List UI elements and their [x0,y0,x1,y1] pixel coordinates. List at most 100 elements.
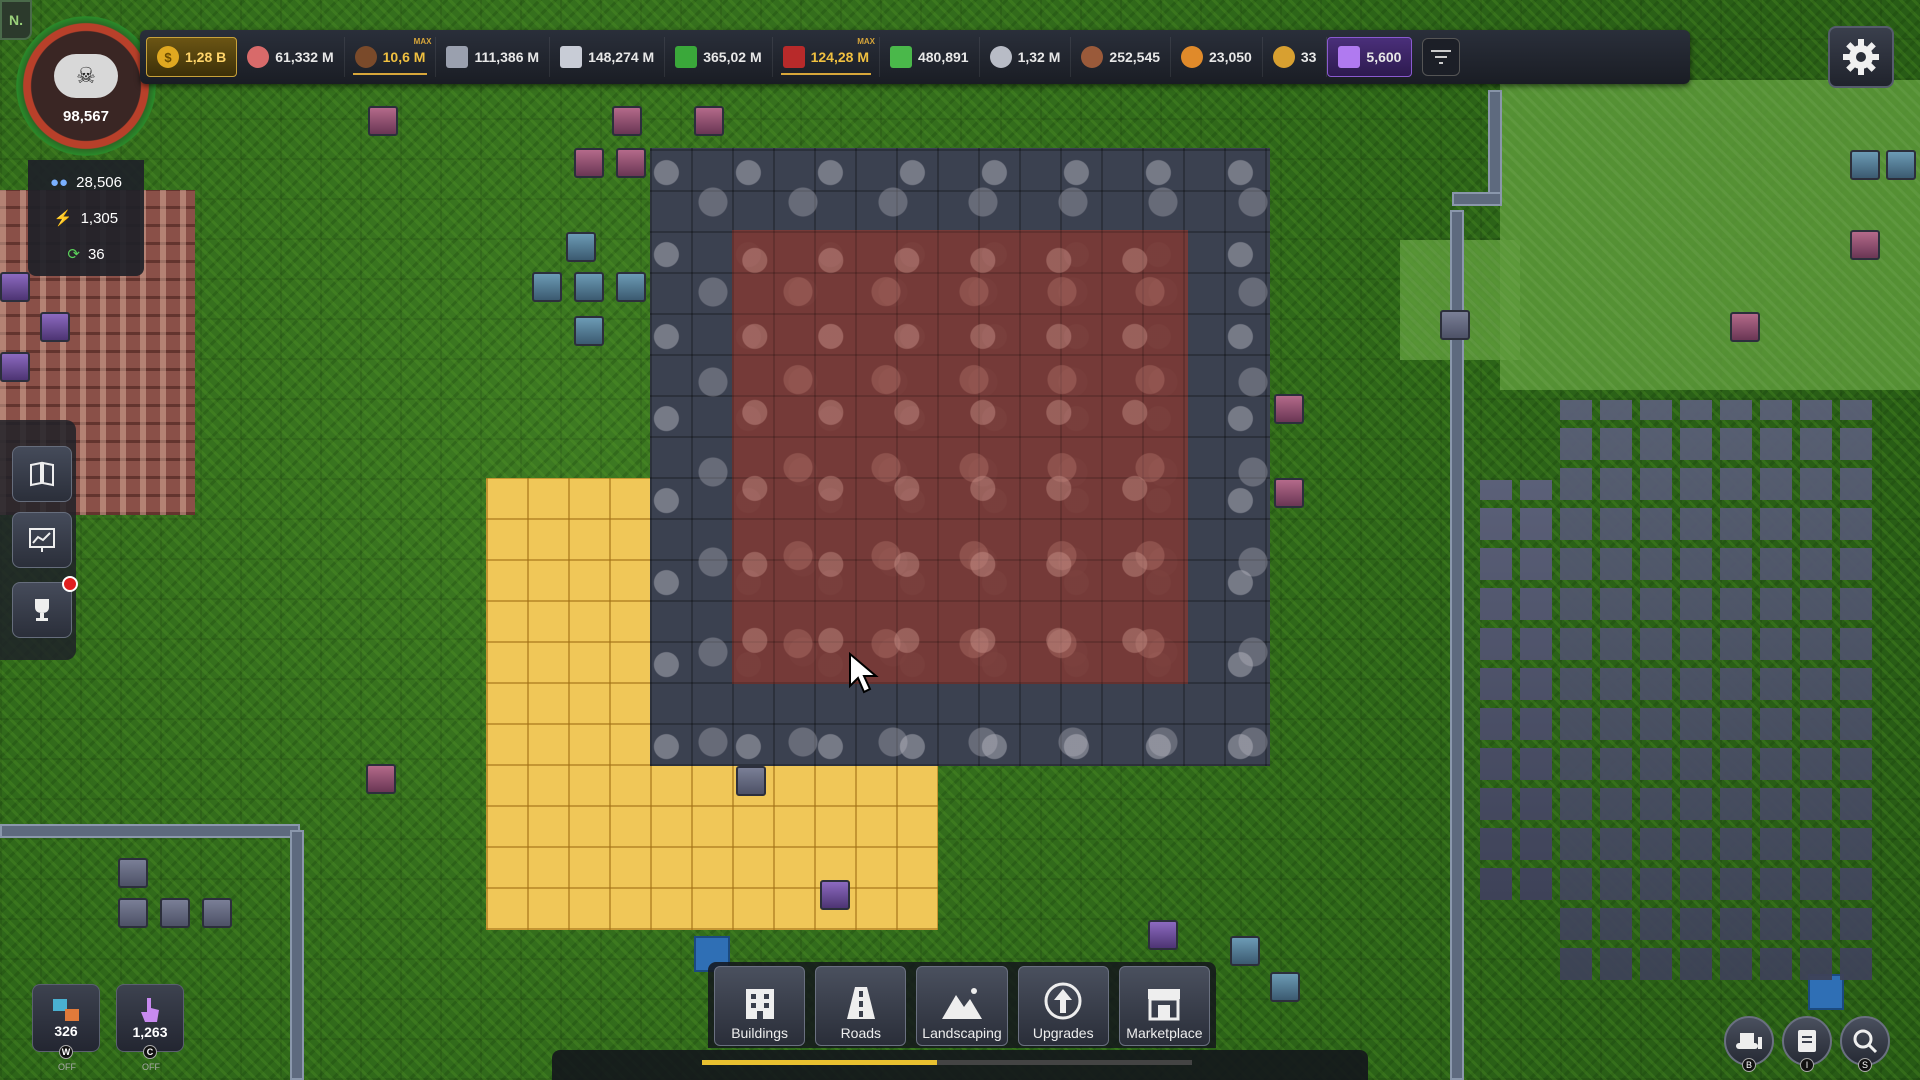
resource-coins[interactable]: $ 1,28 B [146,37,238,77]
road[interactable] [1488,90,1502,200]
road[interactable] [0,824,300,838]
quarry-selection-area[interactable] [732,230,1188,684]
resource-metal[interactable]: 111,386 M [436,37,551,77]
building[interactable] [118,858,148,888]
book-icon [30,461,54,487]
guide-book-button[interactable] [12,446,72,502]
building[interactable] [736,766,766,796]
search-button[interactable]: S [1840,1016,1890,1072]
planks-icon [560,46,583,68]
building[interactable] [40,312,70,342]
building[interactable] [1440,310,1470,340]
landscaping-button[interactable]: Landscaping [916,966,1008,1046]
clicker-button[interactable]: 1,263 C [116,984,184,1059]
building[interactable] [1730,312,1760,342]
building[interactable] [532,272,562,302]
resource-leaf[interactable]: 23,050 [1171,37,1263,77]
building[interactable] [1886,150,1916,180]
stats-panel: ●● 28,506 ⚡ 1,305 ⟳ 36 [28,160,144,276]
resource-value: 33 [1300,49,1317,65]
buildings-button[interactable]: Buildings [714,966,806,1046]
workers-button[interactable]: 326 W [32,984,100,1059]
resource-meat[interactable]: 61,332 M [237,37,345,77]
game-logo[interactable]: N. [0,0,32,40]
roads-button[interactable]: Roads [815,966,907,1046]
pollution-meter[interactable]: ☠ 98,567 [16,16,156,156]
building[interactable] [0,352,30,382]
building[interactable] [1270,972,1300,1002]
building[interactable] [1148,920,1178,950]
achievements-button[interactable] [12,582,72,638]
tool-label: Marketplace [1126,1025,1203,1041]
marketplace-button[interactable]: Marketplace [1118,966,1211,1046]
tool-label: Upgrades [1032,1025,1094,1041]
filter-icon [1431,50,1452,64]
building[interactable] [574,316,604,346]
cycle-value: 36 [87,245,105,263]
power-value: 1,305 [80,209,119,227]
building[interactable] [118,898,148,928]
game-map[interactable] [0,0,1920,1080]
workers-state: OFF [58,1062,76,1072]
clicker-state: OFF [142,1062,160,1072]
info-button[interactable]: I [1782,1016,1832,1072]
stat-cycle[interactable]: ⟳ 36 [28,236,144,272]
city-block [1480,480,1560,900]
upgrades-button[interactable]: Upgrades [1017,966,1109,1046]
resource-planks[interactable]: 148,274 M [550,37,666,77]
resource-value: 5,600 [1366,49,1402,65]
bulldozer-button[interactable]: B [1724,1016,1774,1072]
resource-wheat[interactable]: 252,545 [1071,37,1172,77]
building[interactable] [202,898,232,928]
token-icon [1272,46,1295,68]
farm-field[interactable] [486,766,938,930]
stats-chart-button[interactable] [12,512,72,568]
building[interactable] [616,148,646,178]
max-tag: MAX [857,37,875,46]
road[interactable] [1450,210,1464,1080]
stat-population[interactable]: ●● 28,506 [28,164,144,200]
resource-wood[interactable]: MAX 10,6 M [345,37,437,77]
shop-icon [1148,989,1181,1021]
building[interactable] [1274,394,1304,424]
resource-value: 10,6 M [382,49,426,65]
city-block [1560,400,1880,980]
settings-button[interactable] [1828,26,1894,88]
gear-icon [1843,39,1879,75]
road[interactable] [1452,192,1502,206]
resource-bricks[interactable]: MAX 124,28 M [773,37,880,77]
stat-power[interactable]: ⚡ 1,305 [28,200,144,236]
resource-gems[interactable]: 5,600 [1327,37,1413,77]
magnifier-icon [1853,1029,1878,1054]
pollution-value: 98,567 [63,107,109,125]
building[interactable] [160,898,190,928]
building[interactable] [574,148,604,178]
resource-crystal[interactable]: 480,891 [880,37,980,77]
building[interactable] [1850,230,1880,260]
building[interactable] [616,272,646,302]
resource-value: 252,545 [1109,49,1161,65]
road[interactable] [290,830,304,1080]
filter-button[interactable] [1422,38,1461,76]
hotkey-badge: S [1858,1058,1872,1072]
wood-icon [354,46,377,68]
building[interactable] [368,106,398,136]
hotkey-badge: C [143,1045,157,1059]
building[interactable] [1274,478,1304,508]
building[interactable] [694,106,724,136]
building[interactable] [820,880,850,910]
building[interactable] [366,764,396,794]
tool-label: Landscaping [922,1025,1002,1041]
building[interactable] [0,272,30,302]
building[interactable] [612,106,642,136]
resource-token[interactable]: 33 [1263,37,1328,77]
resource-stone[interactable]: 1,32 M [980,37,1072,77]
upgrade-arrow-icon [1044,982,1082,1020]
building[interactable] [1230,936,1260,966]
hand-pointer-icon [141,998,159,1022]
building[interactable] [566,232,596,262]
build-toolbar: Buildings Roads Landscaping Upgrades Mar… [708,962,1216,1048]
resource-cash[interactable]: 365,02 M [665,37,773,77]
building[interactable] [574,272,604,302]
building[interactable] [1850,150,1880,180]
